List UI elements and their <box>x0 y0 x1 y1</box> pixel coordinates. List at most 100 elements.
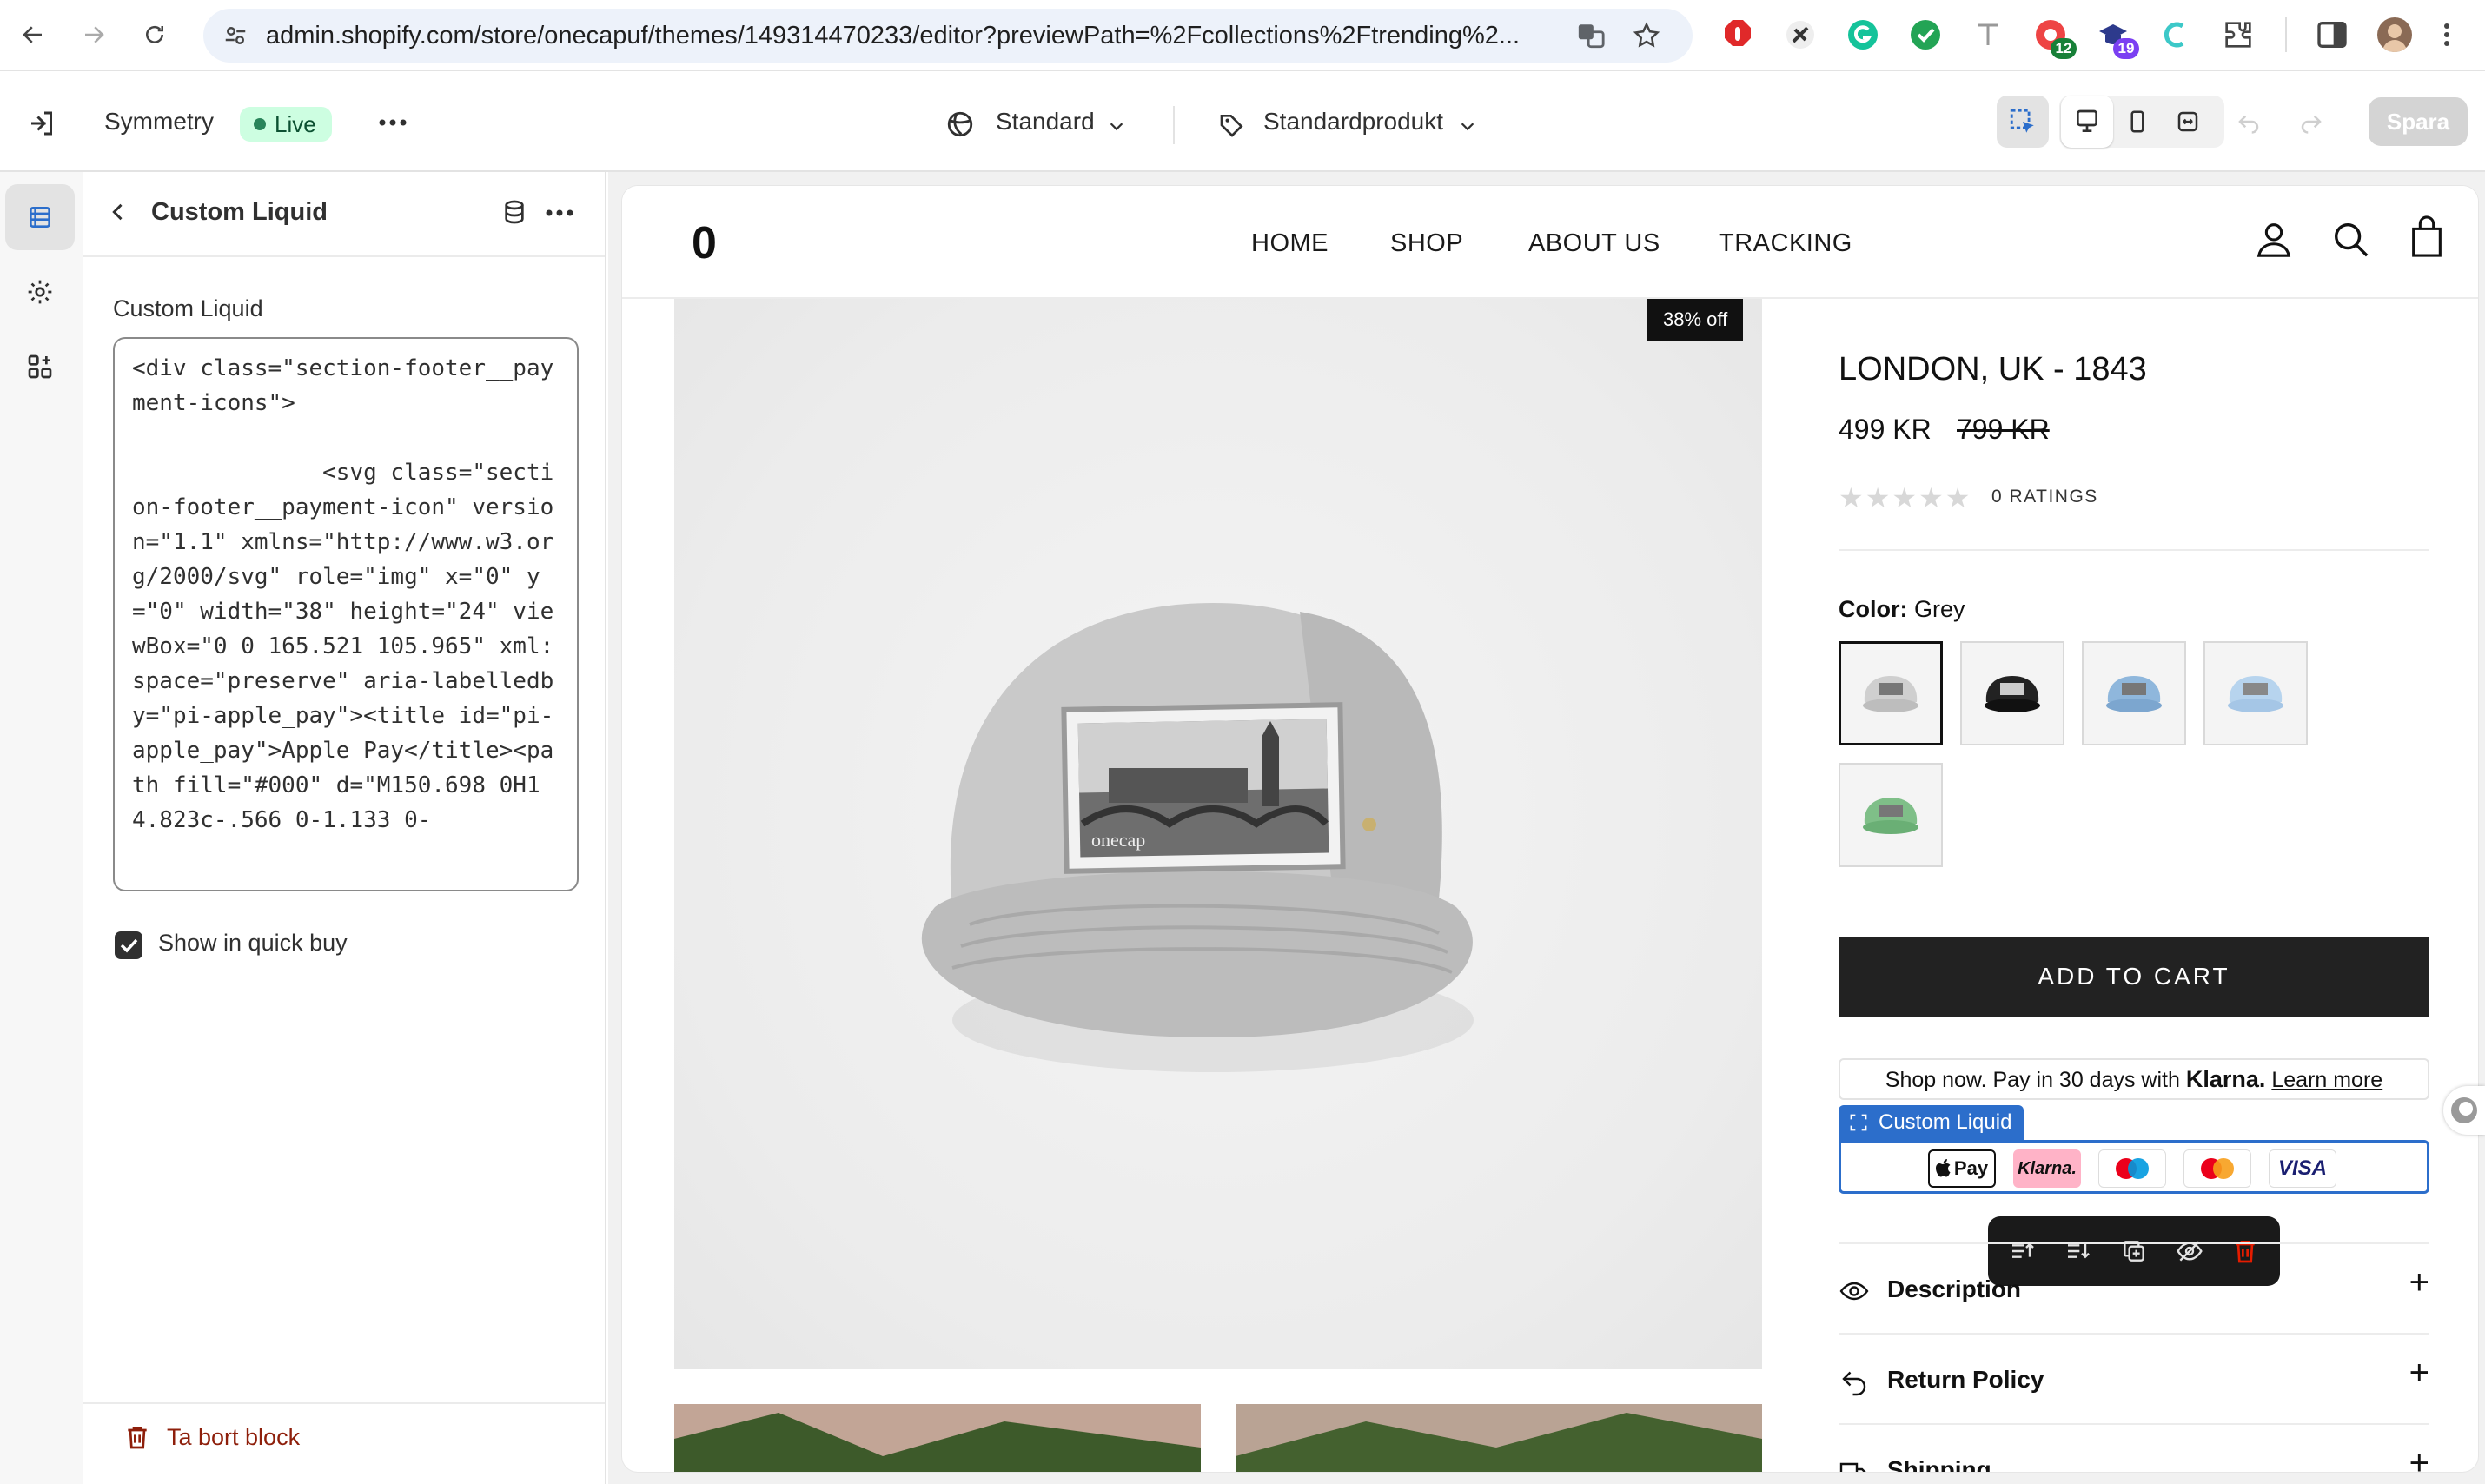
apps-nav-button[interactable] <box>5 334 75 400</box>
back-button[interactable] <box>106 200 130 224</box>
block-select-icon <box>1850 1114 1867 1131</box>
accordion-description[interactable]: Description + <box>1839 1242 2429 1333</box>
exit-editor-button[interactable] <box>26 108 57 139</box>
add-to-cart-button[interactable]: ADD TO CART <box>1839 937 2429 1017</box>
chrome-menu-icon[interactable] <box>2429 17 2464 52</box>
accordion-return-policy[interactable]: Return Policy + <box>1839 1333 2429 1423</box>
plus-icon: + <box>2409 1444 2429 1472</box>
nav-home[interactable]: HOME <box>1251 229 1329 258</box>
extension-icon-c[interactable] <box>2158 17 2193 52</box>
adblock-extension-icon[interactable] <box>1720 17 1755 52</box>
product-selector[interactable]: Standardprodukt <box>1216 106 1494 144</box>
chevron-left-icon <box>112 203 123 221</box>
redo-button[interactable] <box>2285 96 2337 148</box>
desktop-icon <box>2077 109 2097 132</box>
template-selector[interactable]: Standard <box>942 106 1150 144</box>
swatch-grey[interactable] <box>1839 641 1943 745</box>
side-panel-icon[interactable] <box>2315 17 2349 52</box>
accordion-description-label: Description <box>1887 1275 2022 1302</box>
extension-icon-hat[interactable]: 19 <box>2096 17 2139 59</box>
mastercard-icon <box>2183 1149 2251 1188</box>
side-widget-button[interactable] <box>2443 1086 2485 1135</box>
toolbar-divider <box>2285 17 2287 52</box>
klarna-learn-more-link[interactable]: Learn more <box>2271 1068 2382 1092</box>
forward-button[interactable] <box>73 14 115 56</box>
search-icon[interactable] <box>2330 219 2370 259</box>
remove-block-label[interactable]: Ta bort block <box>167 1424 300 1451</box>
panel-more-button[interactable] <box>542 202 577 224</box>
show-in-quick-buy-label[interactable]: Show in quick buy <box>158 930 348 957</box>
arrow-right-icon <box>85 26 104 43</box>
rating-stars[interactable]: ★★★★★ <box>1839 481 1971 514</box>
eye-icon <box>1839 1282 1869 1301</box>
grammarly-extension-icon[interactable] <box>1846 17 1880 52</box>
show-in-quick-buy-checkbox[interactable] <box>115 931 142 959</box>
save-button[interactable]: Spara <box>2369 97 2468 146</box>
sections-nav-button[interactable] <box>5 184 75 250</box>
fullscreen-icon <box>2177 111 2198 132</box>
remove-block-button[interactable] <box>123 1423 151 1451</box>
ratings-count[interactable]: 0 RATINGS <box>1991 487 2098 507</box>
cart-icon[interactable] <box>2407 215 2447 257</box>
translate-icon[interactable] <box>1576 21 1606 50</box>
product-main-image[interactable]: onecap <box>674 299 1762 1369</box>
maestro-icon <box>2098 1149 2166 1188</box>
nav-about-us[interactable]: ABOUT US <box>1528 229 1660 258</box>
ellipsis-icon <box>379 119 407 126</box>
swatch-green[interactable] <box>1839 763 1943 867</box>
product-thumbnail[interactable] <box>674 1404 1201 1472</box>
cap-thumbnail-icon <box>1863 798 1918 834</box>
theme-name: Symmetry <box>104 108 214 135</box>
klarna-brand: Klarna. <box>2185 1066 2266 1092</box>
return-icon <box>1842 1371 1866 1396</box>
color-option-label: Color: Grey <box>1839 596 1965 623</box>
fullwidth-view-button[interactable] <box>2162 96 2214 148</box>
mobile-view-button[interactable] <box>2111 96 2164 148</box>
font-extension-icon[interactable] <box>1971 17 2005 52</box>
product-title: LONDON, UK - 1843 <box>1839 351 2147 388</box>
back-button[interactable] <box>12 14 54 56</box>
undo-button[interactable] <box>2223 96 2275 148</box>
store-logo[interactable]: 0 <box>692 221 717 266</box>
store-header: 0 HOME SHOP ABOUT US TRACKING <box>622 186 2478 299</box>
tag-icon <box>1220 115 1243 137</box>
extensions-puzzle-icon[interactable] <box>2221 17 2256 52</box>
product-thumbnail[interactable] <box>1236 1404 1762 1472</box>
browser-toolbar: admin.shopify.com/store/onecapuf/themes/… <box>0 0 2485 71</box>
custom-liquid-field-label: Custom Liquid <box>113 295 263 321</box>
reload-button[interactable] <box>134 14 176 56</box>
chevron-down-icon <box>1110 123 1123 131</box>
site-info-icon[interactable] <box>222 23 248 49</box>
bookmark-star-icon[interactable] <box>1632 21 1661 50</box>
custom-liquid-block[interactable]: Pay Klarna. VISA <box>1839 1140 2429 1194</box>
profile-avatar[interactable] <box>2377 17 2412 52</box>
check-extension-icon[interactable] <box>1908 17 1943 52</box>
undo-icon <box>2238 115 2259 134</box>
theme-settings-nav-button[interactable] <box>5 259 75 325</box>
swatch-blue[interactable] <box>2082 641 2186 745</box>
more-actions-button[interactable] <box>375 109 410 136</box>
mobile-icon <box>2130 110 2144 133</box>
accordion-shipping[interactable]: Shipping + <box>1839 1423 2429 1472</box>
address-bar[interactable]: admin.shopify.com/store/onecapuf/themes/… <box>203 9 1693 63</box>
redo-icon <box>2301 115 2322 134</box>
swatch-black[interactable] <box>1960 641 2064 745</box>
dynamic-source-button[interactable] <box>500 198 528 226</box>
swatch-light-blue[interactable] <box>2203 641 2308 745</box>
cap-thumbnail-icon <box>2228 676 2283 712</box>
editor-topbar: Symmetry Live Standard Standardprodukt <box>0 71 2485 172</box>
nav-tracking[interactable]: TRACKING <box>1719 229 1852 258</box>
extension-icon[interactable] <box>1783 17 1818 52</box>
extension-icon-red[interactable]: 12 <box>2033 17 2077 59</box>
visa-icon: VISA <box>2269 1149 2336 1188</box>
desktop-view-button[interactable] <box>2061 96 2113 148</box>
account-icon[interactable] <box>2254 219 2294 259</box>
panel-footer <box>83 1402 605 1484</box>
inspector-toggle[interactable] <box>1997 96 2049 148</box>
custom-liquid-selection-tag[interactable]: Custom Liquid <box>1839 1105 2024 1140</box>
arrow-left-icon <box>23 26 42 43</box>
nav-shop[interactable]: SHOP <box>1390 229 1463 258</box>
custom-liquid-code-editor[interactable]: <div class="section-footer__payment-icon… <box>113 337 579 891</box>
panel-title: Custom Liquid <box>151 198 328 226</box>
cap-thumbnail-icon <box>1985 676 2040 712</box>
